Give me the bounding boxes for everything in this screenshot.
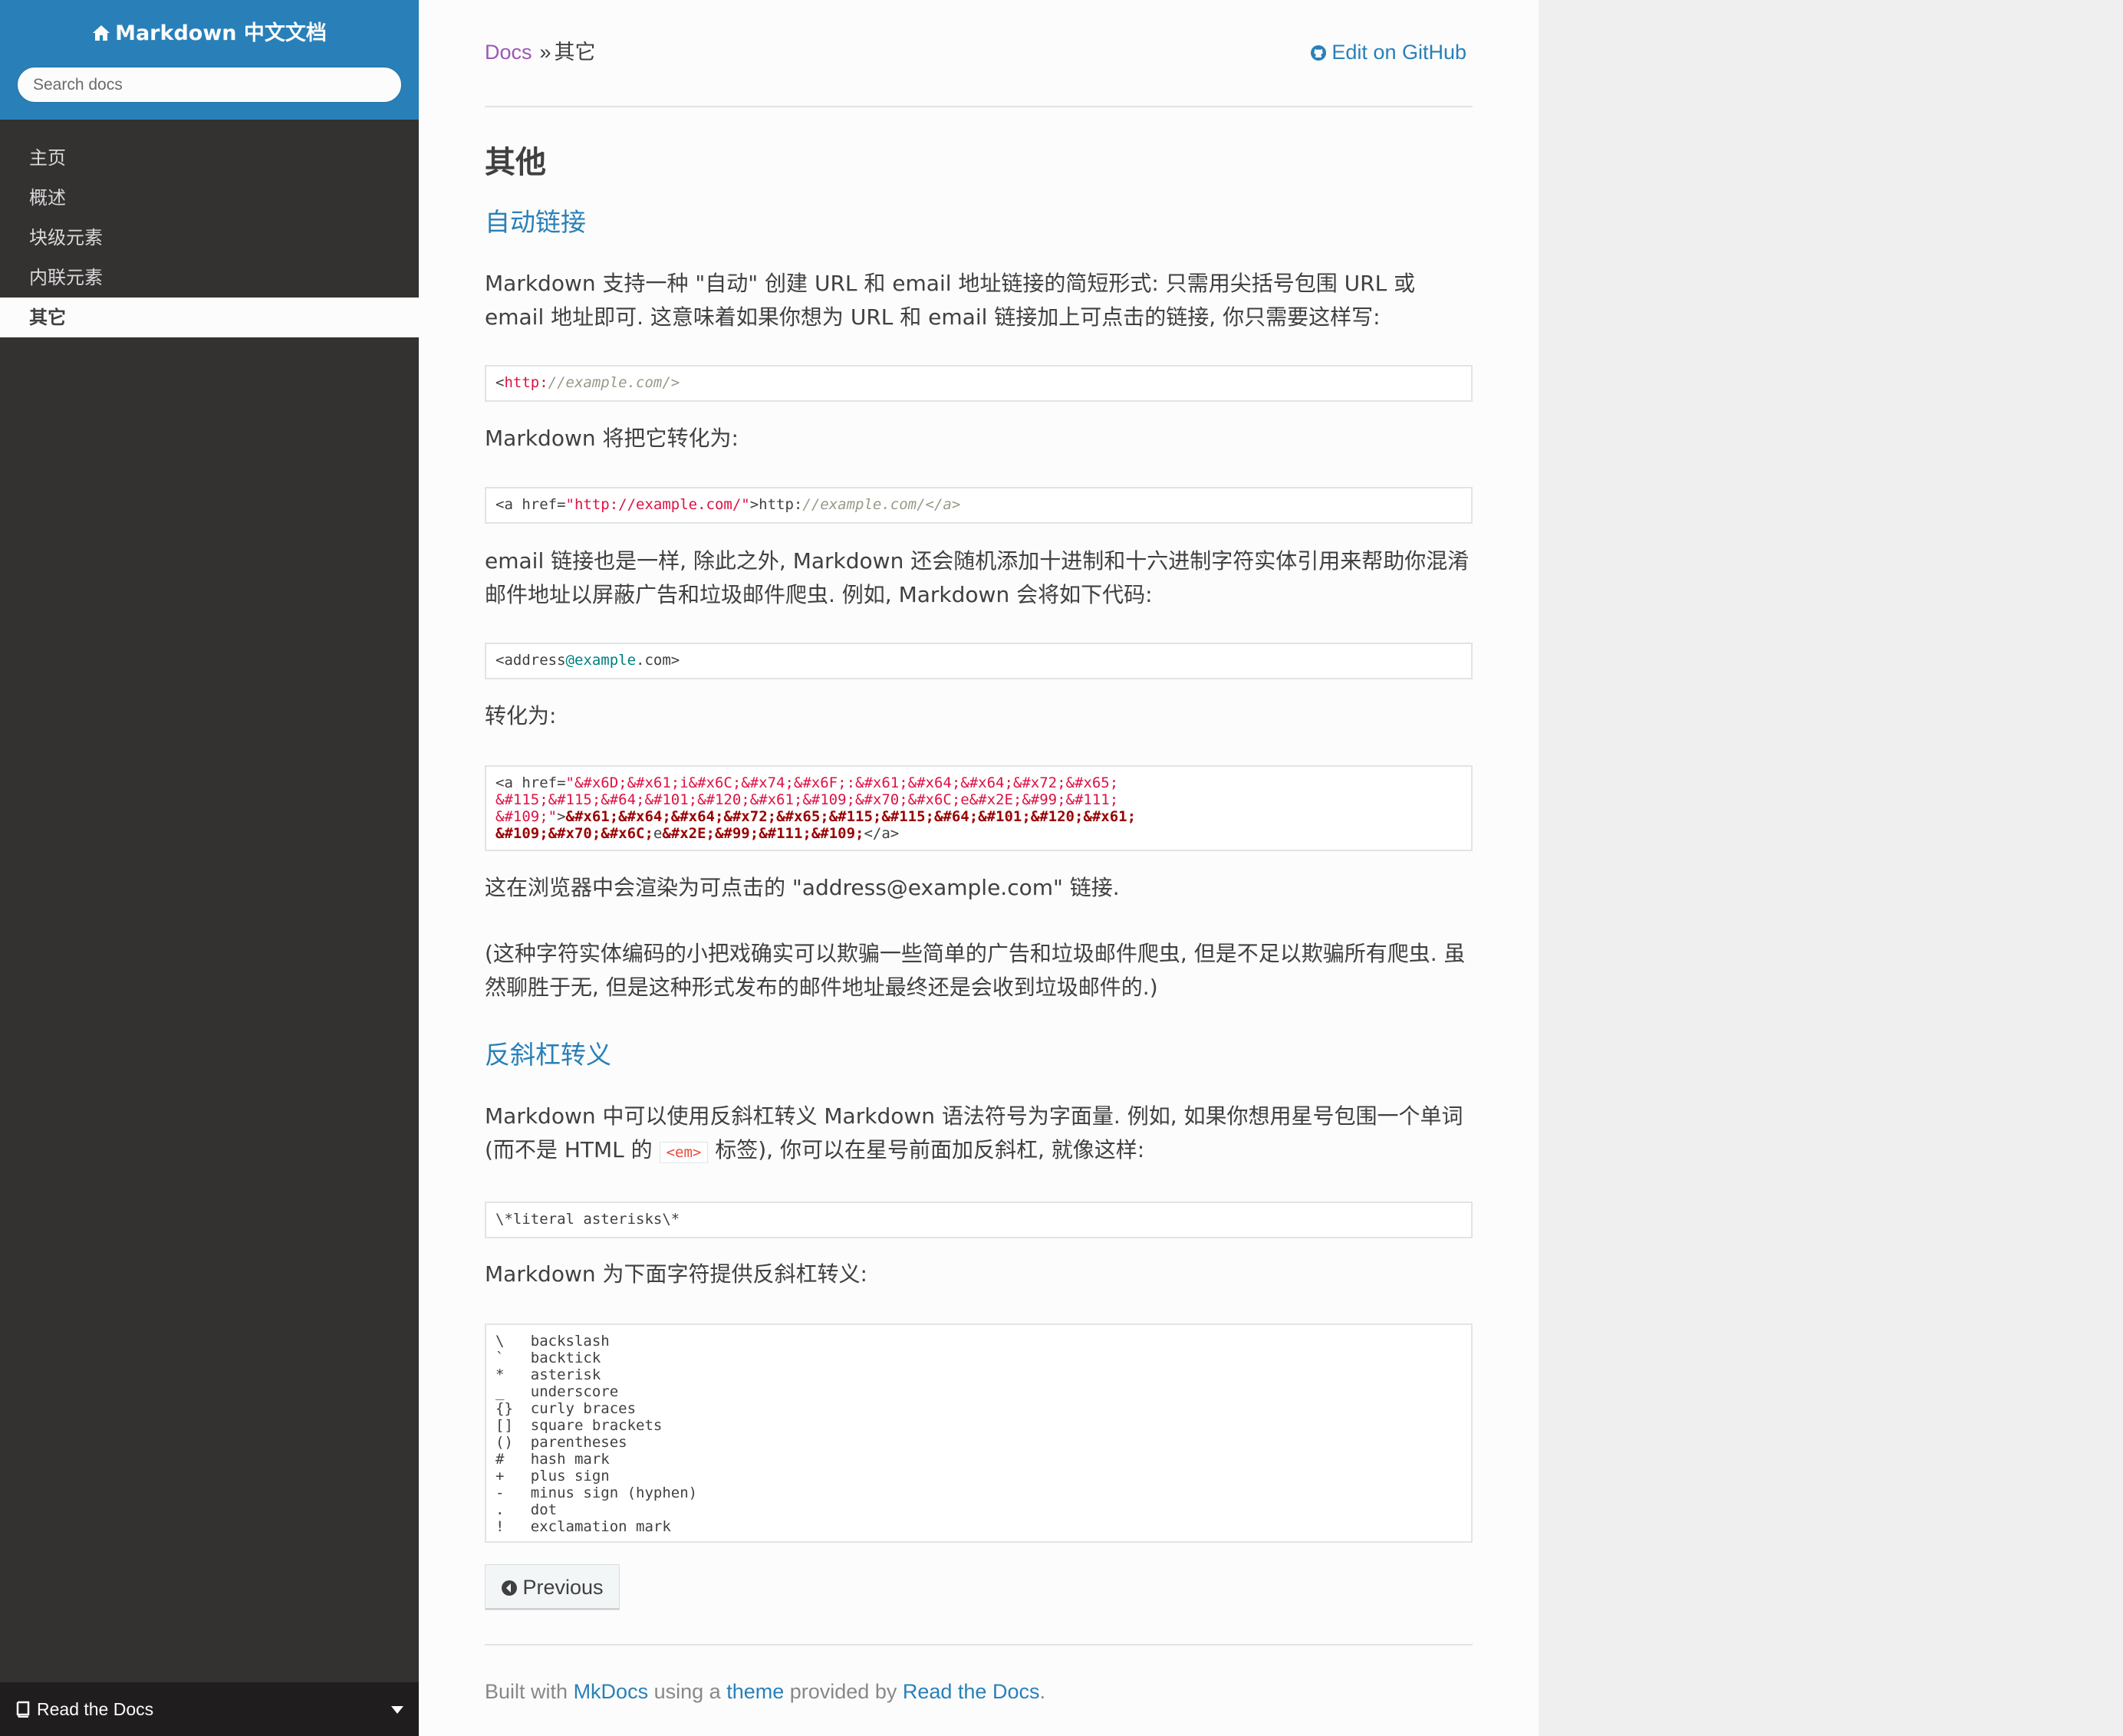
theme-link[interactable]: theme [726,1680,784,1703]
code-block: \ backslash ` backtick * asterisk _ unde… [485,1323,1473,1543]
code-token: &#x2E;&#99;&#111;&#109; [662,825,864,842]
mkdocs-link[interactable]: MkDocs [574,1680,649,1703]
code-token: e [653,825,663,842]
code-block: <http://example.com/> [485,365,1473,402]
home-icon [93,25,110,41]
code-block: <address@example.com> [485,643,1473,679]
code-token: &#115;&#115;&#64;&#101;&#120;&#x61;&#109… [495,791,1119,808]
code-token: > [557,808,566,825]
page-title: 其他 [485,145,546,180]
code-token: .com> [636,652,680,669]
footer-text: Built with [485,1680,568,1703]
read-the-docs-link[interactable]: Read the Docs [903,1680,1040,1703]
code-token: &#x61;&#x64;&#x64;&#x72;&#x65;&#115;&#11… [565,808,1137,825]
code-token: <address [495,652,566,669]
code-token: @example [565,652,637,669]
footer-text: using a [653,1680,721,1703]
footer-text: . [1039,1680,1045,1703]
paragraph: Markdown 为下面字符提供反斜杠转义: [485,1261,867,1287]
code-token: "&#x6D;&#x61;i&#x6C;&#x74;&#x6F;:&#x61;&… [565,774,1119,791]
paragraph: email 链接也是一样, 除此之外, Markdown 还会随机添加十进制和十… [485,548,1470,607]
footer: Built with MkDocs using a theme provided… [485,1676,1045,1707]
paragraph: 这在浏览器中会渲染为可点击的 "address@example.com" 链接. [485,875,1120,900]
code-token: <a href= [495,496,566,513]
site-title-link[interactable]: Markdown 中文文档 [0,18,419,49]
section-heading-autolinks: 自动链接 [485,207,586,237]
code-block: <a href="http://example.com/">http://exa… [485,487,1473,524]
nav-item-home[interactable]: 主页 [0,138,419,178]
sidebar-header: Markdown 中文文档 [0,0,419,120]
edit-on-github-link[interactable]: Edit on GitHub [1310,37,1466,67]
sidebar: Markdown 中文文档 主页 概述 块级元素 内联元素 其它 Read th… [0,0,419,1736]
site-title-text: Markdown 中文文档 [115,21,327,45]
paragraph: Markdown 中可以使用反斜杠转义 Markdown 语法符号为字面量. 例… [485,1100,1473,1169]
paragraph: Markdown 将把它转化为: [485,426,739,451]
nav-menu: 主页 概述 块级元素 内联元素 其它 [0,138,419,337]
versions-bar[interactable]: Read the Docs [0,1682,419,1736]
breadcrumb-separator: » [539,41,551,64]
content-panel: Docs » 其它 Edit on GitHub 其他 自动链接 Markdown … [419,0,1539,1736]
paragraph: (这种字符实体编码的小把戏确实可以欺骗一些简单的广告和垃圾邮件爬虫, 但是不足以… [485,941,1466,1000]
code-token: >http: [749,496,803,513]
breadcrumb-docs-link[interactable]: Docs [485,41,532,64]
code-token: </a> [864,825,900,842]
code-token: &#109;" [495,808,558,825]
nav-item-other[interactable]: 其它 [0,298,419,337]
nav-item-overview[interactable]: 概述 [0,178,419,218]
code-token: <a href= [495,774,566,791]
search-input[interactable] [17,67,402,103]
nav-item-inline-elements[interactable]: 内联元素 [0,258,419,298]
code-token: //example.com/> [548,374,680,391]
previous-button-label: Previous [522,1576,604,1599]
breadcrumb-current: 其它 [554,41,596,64]
previous-button[interactable]: Previous [485,1564,620,1610]
book-icon [16,1701,30,1718]
paragraph: Markdown 支持一种 "自动" 创建 URL 和 email 地址链接的简… [485,271,1416,330]
nav-item-block-elements[interactable]: 块级元素 [0,218,419,258]
code-token: &#109;&#x70;&#x6C; [495,825,653,842]
github-icon [1311,45,1327,61]
versions-label: Read the Docs [37,1699,154,1719]
section-heading-backslash-escapes: 反斜杠转义 [485,1040,611,1070]
header-divider [485,106,1473,107]
paragraph: 转化为: [485,703,557,728]
footer-text: provided by [789,1680,897,1703]
caret-down-icon [391,1706,403,1714]
breadcrumb: Docs » 其它 Edit on GitHub [485,37,1473,67]
arrow-circle-left-icon [502,1580,518,1596]
code-token: //example.com/</a> [802,496,961,513]
code-block: <a href="&#x6D;&#x61;i&#x6C;&#x74;&#x6F;… [485,765,1473,851]
code-token: http: [504,374,548,391]
code-token: < [495,374,505,391]
inline-code: <em> [659,1142,709,1163]
paragraph-text: 标签), 你可以在星号前面加反斜杠, 就像这样: [715,1137,1145,1162]
code-block: \*literal asterisks\* [485,1202,1473,1238]
edit-link-label: Edit on GitHub [1331,41,1466,64]
code-token: "http://example.com/" [565,496,750,513]
footer-divider [485,1644,1473,1646]
